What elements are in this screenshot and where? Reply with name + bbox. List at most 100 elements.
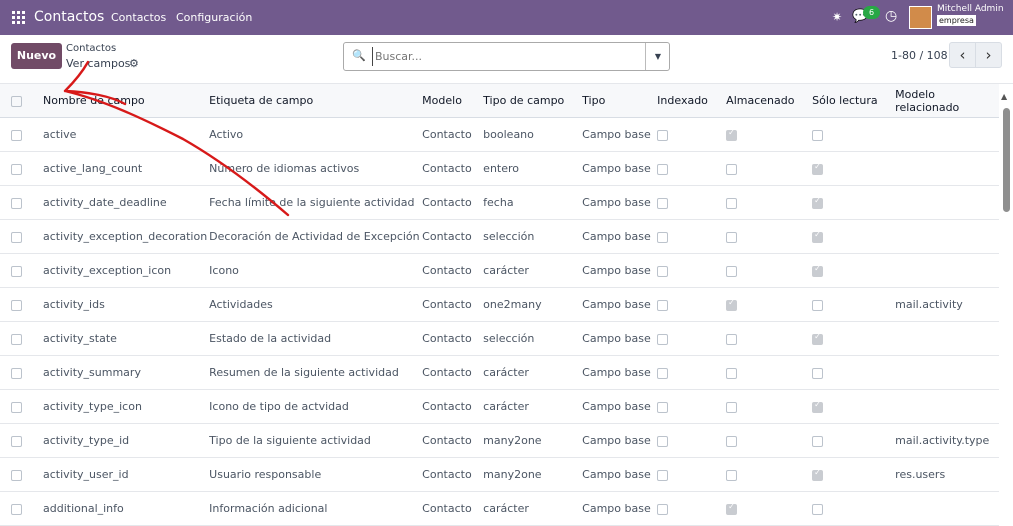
table-row[interactable]: activity_type_id Tipo de la siguiente ac…: [0, 423, 999, 458]
breadcrumb-contactos[interactable]: Contactos: [66, 43, 116, 54]
field-type[interactable]: one2many: [482, 287, 582, 322]
field-type[interactable]: carácter: [482, 491, 582, 526]
row-select-checkbox[interactable]: [11, 469, 22, 481]
row-select-cell[interactable]: [0, 287, 42, 322]
field-name[interactable]: activity_exception_decoration: [42, 219, 209, 254]
field-type[interactable]: booleano: [482, 117, 582, 152]
row-select-checkbox[interactable]: [11, 367, 22, 379]
row-select-cell[interactable]: [0, 219, 42, 254]
next-page-button[interactable]: ›: [975, 42, 1002, 68]
field-type[interactable]: carácter: [482, 253, 582, 288]
field-name[interactable]: active_lang_count: [42, 151, 209, 186]
field-label[interactable]: Estado de la actividad: [208, 321, 422, 356]
related-model[interactable]: res.users: [894, 457, 999, 492]
field-type[interactable]: selección: [482, 321, 582, 356]
related-model[interactable]: mail.activity.type: [894, 423, 999, 458]
field-model[interactable]: Contacto: [421, 423, 483, 458]
field-name[interactable]: activity_type_id: [42, 423, 209, 458]
row-select-cell[interactable]: [0, 151, 42, 186]
base-type[interactable]: Campo base: [581, 185, 657, 220]
column-header-almacenado[interactable]: Almacenado: [725, 84, 812, 118]
base-type[interactable]: Campo base: [581, 457, 657, 492]
menu-contactos[interactable]: Contactos: [111, 11, 166, 24]
table-row[interactable]: activity_exception_icon Icono Contacto c…: [0, 253, 999, 288]
related-model[interactable]: [894, 491, 999, 526]
table-row[interactable]: active Activo Contacto booleano Campo ba…: [0, 117, 999, 152]
field-type[interactable]: entero: [482, 151, 582, 186]
search-options-chevron-down-icon[interactable]: ▼: [645, 43, 670, 70]
debug-bug-icon[interactable]: ✷: [832, 10, 842, 24]
field-model[interactable]: Contacto: [421, 287, 483, 322]
apps-menu-icon[interactable]: [12, 11, 25, 24]
field-label[interactable]: Icono de tipo de actvidad: [208, 389, 422, 424]
column-header-indexado[interactable]: Indexado: [656, 84, 726, 118]
scroll-thumb[interactable]: [1003, 108, 1010, 212]
row-select-checkbox[interactable]: [11, 333, 22, 345]
field-label[interactable]: Activo: [208, 117, 422, 152]
field-label[interactable]: Fecha límite de la siguiente actividad: [208, 185, 422, 220]
field-model[interactable]: Contacto: [421, 117, 483, 152]
field-model[interactable]: Contacto: [421, 355, 483, 390]
field-model[interactable]: Contacto: [421, 253, 483, 288]
row-select-cell[interactable]: [0, 355, 42, 390]
field-type[interactable]: many2one: [482, 423, 582, 458]
field-label[interactable]: Número de idiomas activos: [208, 151, 422, 186]
field-type[interactable]: carácter: [482, 355, 582, 390]
base-type[interactable]: Campo base: [581, 491, 657, 526]
search-box[interactable]: 🔍 ▼: [343, 42, 670, 71]
related-model[interactable]: [894, 253, 999, 288]
field-label[interactable]: Usuario responsable: [208, 457, 422, 492]
field-model[interactable]: Contacto: [421, 321, 483, 356]
row-select-cell[interactable]: [0, 457, 42, 492]
row-select-cell[interactable]: [0, 321, 42, 356]
base-type[interactable]: Campo base: [581, 287, 657, 322]
search-input[interactable]: [372, 47, 637, 66]
row-select-checkbox[interactable]: [11, 163, 22, 175]
app-title[interactable]: Contactos: [34, 9, 104, 25]
column-header-etiqueta[interactable]: Etiqueta de campo: [208, 84, 422, 118]
column-header-nombre[interactable]: Nombre de campo: [42, 84, 209, 118]
user-menu[interactable]: Mitchell Admin empresa: [937, 4, 1004, 27]
row-select-checkbox[interactable]: [11, 265, 22, 277]
row-select-cell[interactable]: [0, 389, 42, 424]
field-model[interactable]: Contacto: [421, 219, 483, 254]
column-header-solo-lectura[interactable]: Sólo lectura: [811, 84, 895, 118]
related-model[interactable]: [894, 219, 999, 254]
related-model[interactable]: [894, 321, 999, 356]
field-name[interactable]: activity_summary: [42, 355, 209, 390]
field-type[interactable]: carácter: [482, 389, 582, 424]
related-model[interactable]: [894, 389, 999, 424]
column-header-tipo[interactable]: Tipo: [581, 84, 657, 118]
table-scrollbar[interactable]: ▲: [1001, 84, 1013, 501]
field-name[interactable]: additional_info: [42, 491, 209, 526]
related-model[interactable]: [894, 151, 999, 186]
field-name[interactable]: activity_ids: [42, 287, 209, 322]
table-row[interactable]: active_lang_count Número de idiomas acti…: [0, 151, 999, 186]
row-select-checkbox[interactable]: [11, 435, 22, 447]
field-label[interactable]: Icono: [208, 253, 422, 288]
base-type[interactable]: Campo base: [581, 151, 657, 186]
base-type[interactable]: Campo base: [581, 423, 657, 458]
field-label[interactable]: Resumen de la siguiente actividad: [208, 355, 422, 390]
related-model[interactable]: [894, 355, 999, 390]
activity-clock-icon[interactable]: ◷: [885, 8, 897, 24]
pager-value[interactable]: 1-80 / 108: [891, 49, 948, 62]
row-select-cell[interactable]: [0, 185, 42, 220]
table-row[interactable]: activity_user_id Usuario responsable Con…: [0, 457, 999, 492]
field-name[interactable]: activity_state: [42, 321, 209, 356]
row-select-cell[interactable]: [0, 117, 42, 152]
field-type[interactable]: many2one: [482, 457, 582, 492]
scroll-up-icon[interactable]: ▲: [1001, 92, 1007, 101]
gear-icon[interactable]: ⚙: [129, 57, 139, 70]
row-select-checkbox[interactable]: [11, 231, 22, 243]
column-header-tipo-campo[interactable]: Tipo de campo: [482, 84, 582, 118]
row-select-checkbox[interactable]: [11, 401, 22, 413]
field-model[interactable]: Contacto: [421, 389, 483, 424]
row-select-checkbox[interactable]: [11, 129, 22, 141]
field-label[interactable]: Actividades: [208, 287, 422, 322]
column-header-modelo-relacionado[interactable]: Modelo relacionado: [894, 84, 999, 118]
table-row[interactable]: activity_state Estado de la actividad Co…: [0, 321, 999, 356]
field-model[interactable]: Contacto: [421, 185, 483, 220]
new-button[interactable]: Nuevo: [11, 43, 62, 69]
field-name[interactable]: activity_exception_icon: [42, 253, 209, 288]
